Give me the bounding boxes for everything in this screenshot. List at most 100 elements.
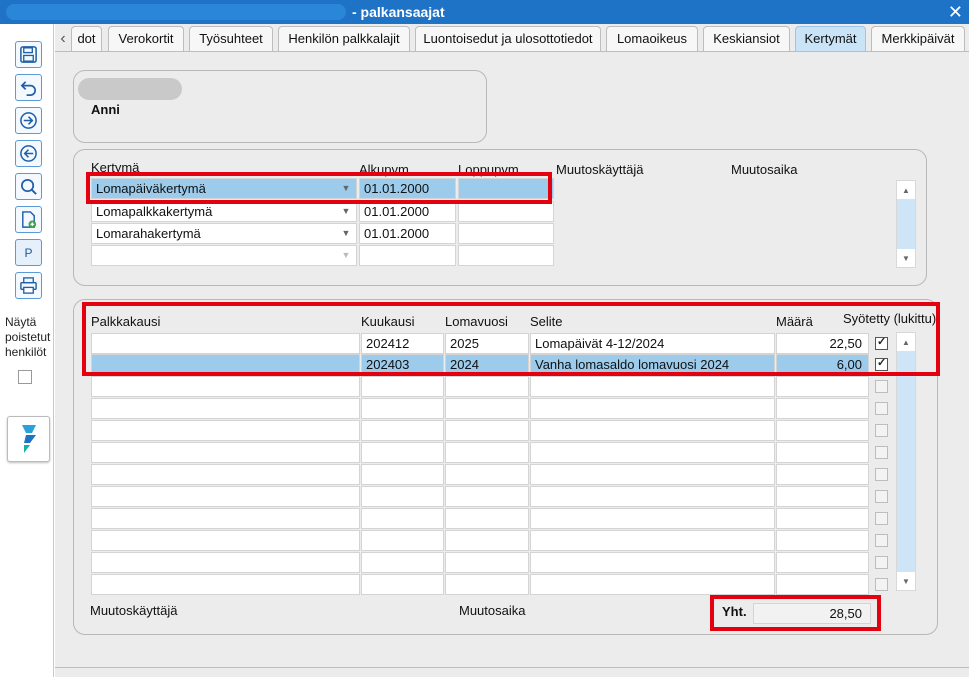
scroll-down-icon[interactable]: ▼ — [897, 572, 915, 590]
entry-entered-checkbox[interactable] — [875, 446, 888, 459]
entry-entered-checkbox[interactable] — [875, 490, 888, 503]
entry-amount-field[interactable]: 22,50 — [776, 333, 869, 354]
entry-amount-field[interactable] — [776, 574, 869, 595]
entry-period-field[interactable] — [91, 376, 360, 397]
accrual-type-select[interactable]: Lomapäiväkertymä ▼ — [91, 178, 357, 199]
accrual-start-field[interactable] — [359, 245, 456, 266]
p-button[interactable]: P — [15, 239, 42, 266]
entry-period-field[interactable] — [91, 442, 360, 463]
tab-henkilon-palkkalajit[interactable]: Henkilön palkkalajit — [278, 26, 410, 52]
chevron-down-icon[interactable]: ▼ — [336, 179, 356, 198]
entry-description-field[interactable] — [530, 574, 775, 595]
tab-verokortit[interactable]: Verokortit — [108, 26, 184, 52]
entry-entered-checkbox[interactable] — [875, 512, 888, 525]
entry-month-field[interactable] — [361, 376, 444, 397]
chevron-down-icon[interactable]: ▼ — [336, 246, 356, 265]
search-button[interactable] — [15, 173, 42, 200]
entry-period-field[interactable] — [91, 508, 360, 529]
entry-year-field[interactable]: 2025 — [445, 333, 529, 354]
entry-amount-field[interactable] — [776, 442, 869, 463]
entry-month-field[interactable] — [361, 464, 444, 485]
entry-description-field[interactable] — [530, 552, 775, 573]
accrual-start-field[interactable]: 01.01.2000 — [359, 201, 456, 222]
accruals-scrollbar[interactable]: ▲ ▼ — [896, 180, 916, 268]
entry-entered-checkbox[interactable] — [875, 380, 888, 393]
tab-lomaoikeus[interactable]: Lomaoikeus — [606, 26, 698, 52]
entry-entered-checkbox[interactable] — [875, 402, 888, 415]
tab-item[interactable]: dot — [71, 26, 102, 52]
scroll-up-icon[interactable]: ▲ — [897, 333, 915, 351]
accrual-type-select[interactable]: ▼ — [91, 245, 357, 266]
tab-scroll-left-icon[interactable]: ‹ — [55, 26, 71, 52]
entry-amount-field[interactable] — [776, 464, 869, 485]
app-logo-button[interactable] — [7, 416, 50, 462]
entry-month-field[interactable] — [361, 574, 444, 595]
entry-period-field[interactable] — [91, 464, 360, 485]
entry-description-field[interactable]: Vanha lomasaldo lomavuosi 2024 — [530, 354, 775, 375]
entry-year-field[interactable] — [445, 420, 529, 441]
entry-amount-field[interactable] — [776, 552, 869, 573]
entry-description-field[interactable] — [530, 530, 775, 551]
entry-period-field[interactable] — [91, 552, 360, 573]
entry-entered-checkbox[interactable] — [875, 556, 888, 569]
scroll-track[interactable] — [897, 199, 915, 249]
entry-month-field[interactable]: 202403 — [361, 354, 444, 375]
scroll-down-icon[interactable]: ▼ — [897, 249, 915, 267]
entry-year-field[interactable] — [445, 464, 529, 485]
entry-description-field[interactable] — [530, 442, 775, 463]
accrual-end-field[interactable] — [458, 223, 554, 244]
entry-year-field[interactable] — [445, 552, 529, 573]
entries-scrollbar[interactable]: ▲ ▼ — [896, 332, 916, 591]
entry-month-field[interactable] — [361, 552, 444, 573]
entry-month-field[interactable] — [361, 508, 444, 529]
entry-period-field[interactable] — [91, 420, 360, 441]
entry-year-field[interactable] — [445, 442, 529, 463]
tab-luontoisedut[interactable]: Luontoisedut ja ulosottotiedot — [415, 26, 601, 52]
entry-month-field[interactable] — [361, 442, 444, 463]
entry-entered-checkbox[interactable] — [875, 534, 888, 547]
entry-description-field[interactable] — [530, 486, 775, 507]
entry-year-field[interactable] — [445, 530, 529, 551]
entry-year-field[interactable] — [445, 486, 529, 507]
entry-month-field[interactable] — [361, 530, 444, 551]
chevron-down-icon[interactable]: ▼ — [336, 202, 356, 221]
entry-amount-field[interactable] — [776, 530, 869, 551]
chevron-down-icon[interactable]: ▼ — [336, 224, 356, 243]
accrual-type-select[interactable]: Lomarahakertymä ▼ — [91, 223, 357, 244]
close-icon[interactable]: ✕ — [948, 0, 963, 24]
entry-description-field[interactable]: Lomapäivät 4-12/2024 — [530, 333, 775, 354]
accrual-start-field[interactable]: 01.01.2000 — [359, 223, 456, 244]
entry-amount-field[interactable] — [776, 508, 869, 529]
entry-entered-checkbox[interactable] — [875, 424, 888, 437]
entry-amount-field[interactable] — [776, 420, 869, 441]
show-deleted-checkbox[interactable] — [18, 370, 32, 384]
tab-tyosuhteet[interactable]: Työsuhteet — [189, 26, 273, 52]
entry-year-field[interactable] — [445, 508, 529, 529]
entry-entered-checkbox[interactable] — [875, 468, 888, 481]
entry-period-field[interactable] — [91, 354, 360, 375]
entry-amount-field[interactable]: 6,00 — [776, 354, 869, 375]
entry-period-field[interactable] — [91, 486, 360, 507]
accrual-type-select[interactable]: Lomapalkkakertymä ▼ — [91, 201, 357, 222]
undo-button[interactable] — [15, 74, 42, 101]
entry-year-field[interactable] — [445, 398, 529, 419]
entry-entered-checkbox[interactable] — [875, 578, 888, 591]
entry-amount-field[interactable] — [776, 486, 869, 507]
entry-period-field[interactable] — [91, 333, 360, 354]
print-button[interactable] — [15, 272, 42, 299]
back-button[interactable] — [15, 140, 42, 167]
entry-description-field[interactable] — [530, 508, 775, 529]
new-document-button[interactable] — [15, 206, 42, 233]
entry-amount-field[interactable] — [776, 376, 869, 397]
entry-period-field[interactable] — [91, 574, 360, 595]
scroll-track[interactable] — [897, 351, 915, 572]
entry-description-field[interactable] — [530, 420, 775, 441]
entry-period-field[interactable] — [91, 530, 360, 551]
scroll-up-icon[interactable]: ▲ — [897, 181, 915, 199]
entry-entered-checkbox[interactable] — [875, 335, 888, 350]
save-button[interactable] — [15, 41, 42, 68]
tab-merkkipaivat[interactable]: Merkkipäivät — [871, 26, 965, 52]
accrual-start-field[interactable]: 01.01.2000 — [359, 178, 456, 199]
accrual-end-field[interactable] — [458, 245, 554, 266]
entry-period-field[interactable] — [91, 398, 360, 419]
